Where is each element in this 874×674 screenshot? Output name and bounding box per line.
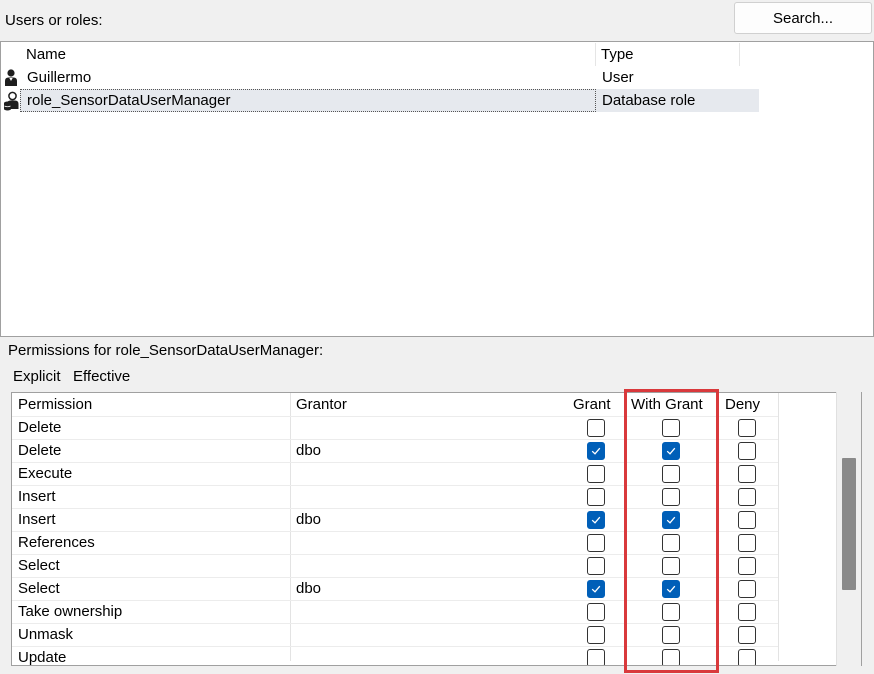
deny-checkbox[interactable] bbox=[738, 626, 756, 644]
role-name: role_SensorDataUserManager bbox=[20, 89, 596, 112]
with-grant-checkbox[interactable] bbox=[662, 419, 680, 437]
permission-row[interactable]: Insert dbo bbox=[12, 509, 778, 532]
deny-checkbox[interactable] bbox=[738, 534, 756, 552]
grantor-value: dbo bbox=[296, 580, 322, 597]
user-icon bbox=[3, 68, 19, 91]
with-grant-checkbox[interactable] bbox=[662, 534, 680, 552]
permission-row[interactable]: Execute bbox=[12, 463, 778, 486]
user-name: Guillermo bbox=[27, 69, 92, 86]
grant-checkbox[interactable] bbox=[587, 649, 605, 665]
column-header-grant[interactable]: Grant bbox=[573, 394, 611, 416]
deny-checkbox[interactable] bbox=[738, 557, 756, 575]
column-header-name[interactable]: Name bbox=[21, 43, 596, 66]
column-header-deny[interactable]: Deny bbox=[725, 394, 760, 416]
deny-checkbox[interactable] bbox=[738, 465, 756, 483]
user-row-guillermo[interactable]: Guillermo User bbox=[1, 66, 759, 89]
search-button[interactable]: Search... bbox=[734, 2, 872, 34]
database-role-icon bbox=[3, 91, 20, 115]
column-header-permission[interactable]: Permission bbox=[18, 394, 92, 416]
permission-name: Delete bbox=[18, 442, 62, 459]
permission-row[interactable]: Unmask bbox=[12, 624, 778, 647]
permission-row[interactable]: Select dbo bbox=[12, 578, 778, 601]
permissions-grid[interactable]: Permission Grantor Grant With Grant Deny… bbox=[11, 392, 862, 666]
permissions-header: Permission Grantor Grant With Grant Deny bbox=[12, 394, 778, 417]
grant-checkbox[interactable] bbox=[587, 626, 605, 644]
grant-checkbox[interactable] bbox=[587, 488, 605, 506]
grantor-value: dbo bbox=[296, 511, 322, 528]
user-type: User bbox=[602, 69, 634, 86]
grant-checkbox[interactable] bbox=[587, 534, 605, 552]
permission-name: References bbox=[18, 534, 95, 551]
column-divider bbox=[778, 393, 779, 661]
with-grant-checkbox[interactable] bbox=[662, 511, 680, 529]
permission-name: Insert bbox=[18, 511, 56, 528]
scrollbar-thumb[interactable] bbox=[842, 458, 856, 590]
deny-checkbox[interactable] bbox=[738, 580, 756, 598]
grant-checkbox[interactable] bbox=[587, 442, 605, 460]
grant-checkbox[interactable] bbox=[587, 603, 605, 621]
with-grant-checkbox[interactable] bbox=[662, 603, 680, 621]
grant-checkbox[interactable] bbox=[587, 580, 605, 598]
with-grant-checkbox[interactable] bbox=[662, 488, 680, 506]
with-grant-checkbox[interactable] bbox=[662, 442, 680, 460]
deny-checkbox[interactable] bbox=[738, 442, 756, 460]
permission-row[interactable]: Delete dbo bbox=[12, 440, 778, 463]
permission-row[interactable]: References bbox=[12, 532, 778, 555]
permission-row[interactable]: Delete bbox=[12, 417, 778, 440]
with-grant-checkbox[interactable] bbox=[662, 626, 680, 644]
deny-checkbox[interactable] bbox=[738, 488, 756, 506]
deny-checkbox[interactable] bbox=[738, 603, 756, 621]
permission-row[interactable]: Take ownership bbox=[12, 601, 778, 624]
column-header-grantor[interactable]: Grantor bbox=[296, 394, 347, 416]
deny-checkbox[interactable] bbox=[738, 649, 756, 665]
users-roles-list[interactable]: Name Type Guillermo User role_SensorData… bbox=[0, 41, 874, 337]
users-list-header: Name Type bbox=[1, 43, 759, 66]
with-grant-checkbox[interactable] bbox=[662, 580, 680, 598]
permission-name: Select bbox=[18, 580, 60, 597]
users-or-roles-label: Users or roles: bbox=[5, 12, 103, 29]
with-grant-checkbox[interactable] bbox=[662, 465, 680, 483]
permission-name: Take ownership bbox=[18, 603, 123, 620]
with-grant-checkbox[interactable] bbox=[662, 649, 680, 665]
deny-checkbox[interactable] bbox=[738, 511, 756, 529]
permission-row[interactable]: Insert bbox=[12, 486, 778, 509]
grant-checkbox[interactable] bbox=[587, 465, 605, 483]
grant-checkbox[interactable] bbox=[587, 419, 605, 437]
permission-name: Update bbox=[18, 649, 67, 666]
permissions-for-label: Permissions for role_SensorDataUserManag… bbox=[8, 342, 324, 359]
permission-name: Select bbox=[18, 557, 60, 574]
permission-name: Insert bbox=[18, 488, 56, 505]
with-grant-checkbox[interactable] bbox=[662, 557, 680, 575]
grant-checkbox[interactable] bbox=[587, 557, 605, 575]
column-header-with-grant[interactable]: With Grant bbox=[631, 394, 703, 416]
permission-row[interactable]: Update bbox=[12, 647, 778, 666]
permission-name: Delete bbox=[18, 419, 62, 436]
deny-checkbox[interactable] bbox=[738, 419, 756, 437]
tab-effective[interactable]: Effective bbox=[73, 367, 130, 387]
permission-row[interactable]: Select bbox=[12, 555, 778, 578]
column-header-type[interactable]: Type bbox=[596, 43, 740, 66]
grantor-value: dbo bbox=[296, 442, 322, 459]
role-type: Database role bbox=[602, 92, 696, 109]
user-row-role-sensordatausermanager[interactable]: role_SensorDataUserManager Database role bbox=[20, 89, 759, 112]
tab-explicit[interactable]: Explicit bbox=[13, 367, 61, 387]
grant-checkbox[interactable] bbox=[587, 511, 605, 529]
permission-name: Unmask bbox=[18, 626, 74, 643]
permission-name: Execute bbox=[18, 465, 73, 482]
